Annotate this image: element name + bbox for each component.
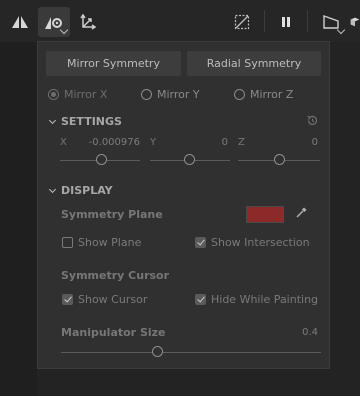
y-slider-handle[interactable] [184,154,195,165]
pause-button[interactable] [272,8,300,36]
eyedropper-icon [296,207,307,218]
symmetry-panel: Mirror Symmetry Radial Symmetry Mirror X… [37,41,330,369]
plane-color-swatch[interactable] [246,206,284,223]
checkbox-box [195,237,206,248]
hide-while-painting-checkbox[interactable]: Hide While Painting [195,293,318,306]
checkbox-box [62,294,73,305]
show-intersection-checkbox[interactable]: Show Intersection [195,236,310,249]
x-value[interactable]: -0.000976 [78,137,140,148]
y-axis-label: Y [150,137,157,148]
top-toolbar [0,0,360,42]
z-axis-label: Z [238,137,245,148]
reset-icon [307,115,318,125]
radio-circle [141,89,152,100]
cube-view-icon [350,17,360,27]
left-side-strip [0,42,37,396]
symmetry-settings-button[interactable] [38,7,70,37]
display-title: DISPLAY [61,184,113,197]
manipulator-size-value[interactable]: 0.4 [278,327,318,338]
camera-view-button[interactable] [316,8,346,36]
manipulator-size-label: Manipulator Size [61,326,166,339]
chevron-down-icon [48,185,57,193]
hide-grid-button[interactable] [228,8,256,36]
eyedropper-button[interactable] [295,206,309,220]
mirror-symmetry-button[interactable]: Mirror Symmetry [46,51,181,76]
x-axis-label: X [60,137,67,148]
settings-section-header[interactable]: SETTINGS [48,115,122,128]
mirror-y-label: Mirror Y [157,88,200,101]
mirror-x-radio[interactable]: Mirror X [48,88,107,101]
z-value[interactable]: 0 [278,137,318,148]
symmetry-cursor-label: Symmetry Cursor [61,269,170,282]
cube-view-button[interactable] [350,8,360,36]
symmetry-plane-label: Symmetry Plane [61,208,163,221]
chevron-down-icon [336,25,346,35]
transform-button[interactable] [74,8,102,36]
mirror-y-radio[interactable]: Mirror Y [141,88,200,101]
mirror-x-label: Mirror X [64,88,108,101]
symmetry-mirror-icon [12,16,28,28]
y-value[interactable]: 0 [188,137,228,148]
show-plane-checkbox[interactable]: Show Plane [62,236,141,249]
radio-circle [234,89,245,100]
x-slider-handle[interactable] [96,154,107,165]
mirror-z-radio[interactable]: Mirror Z [234,88,293,101]
show-intersection-label: Show Intersection [211,236,310,249]
checkbox-box [195,294,206,305]
manipulator-size-track[interactable] [61,352,321,353]
display-section-header[interactable]: DISPLAY [48,184,113,197]
z-slider-handle[interactable] [274,154,285,165]
reset-settings-button[interactable] [306,114,320,128]
show-cursor-label: Show Cursor [78,293,148,306]
checkbox-box [62,237,73,248]
hide-while-painting-label: Hide While Painting [211,293,319,306]
pause-icon [282,17,290,27]
chevron-down-icon [59,25,69,35]
toolbar-separator [264,10,265,32]
hidden-grid-icon [234,14,250,30]
show-cursor-checkbox[interactable]: Show Cursor [62,293,147,306]
manipulator-size-handle[interactable] [151,346,163,357]
toolbar-separator [307,10,308,32]
symmetry-mirror-button[interactable] [6,8,34,36]
radio-circle [48,89,59,100]
transform-axes-icon [80,14,96,30]
show-plane-label: Show Plane [78,236,142,249]
settings-title: SETTINGS [61,115,122,128]
radial-symmetry-button[interactable]: Radial Symmetry [187,51,321,76]
chevron-down-icon [48,116,57,124]
mirror-z-label: Mirror Z [250,88,294,101]
